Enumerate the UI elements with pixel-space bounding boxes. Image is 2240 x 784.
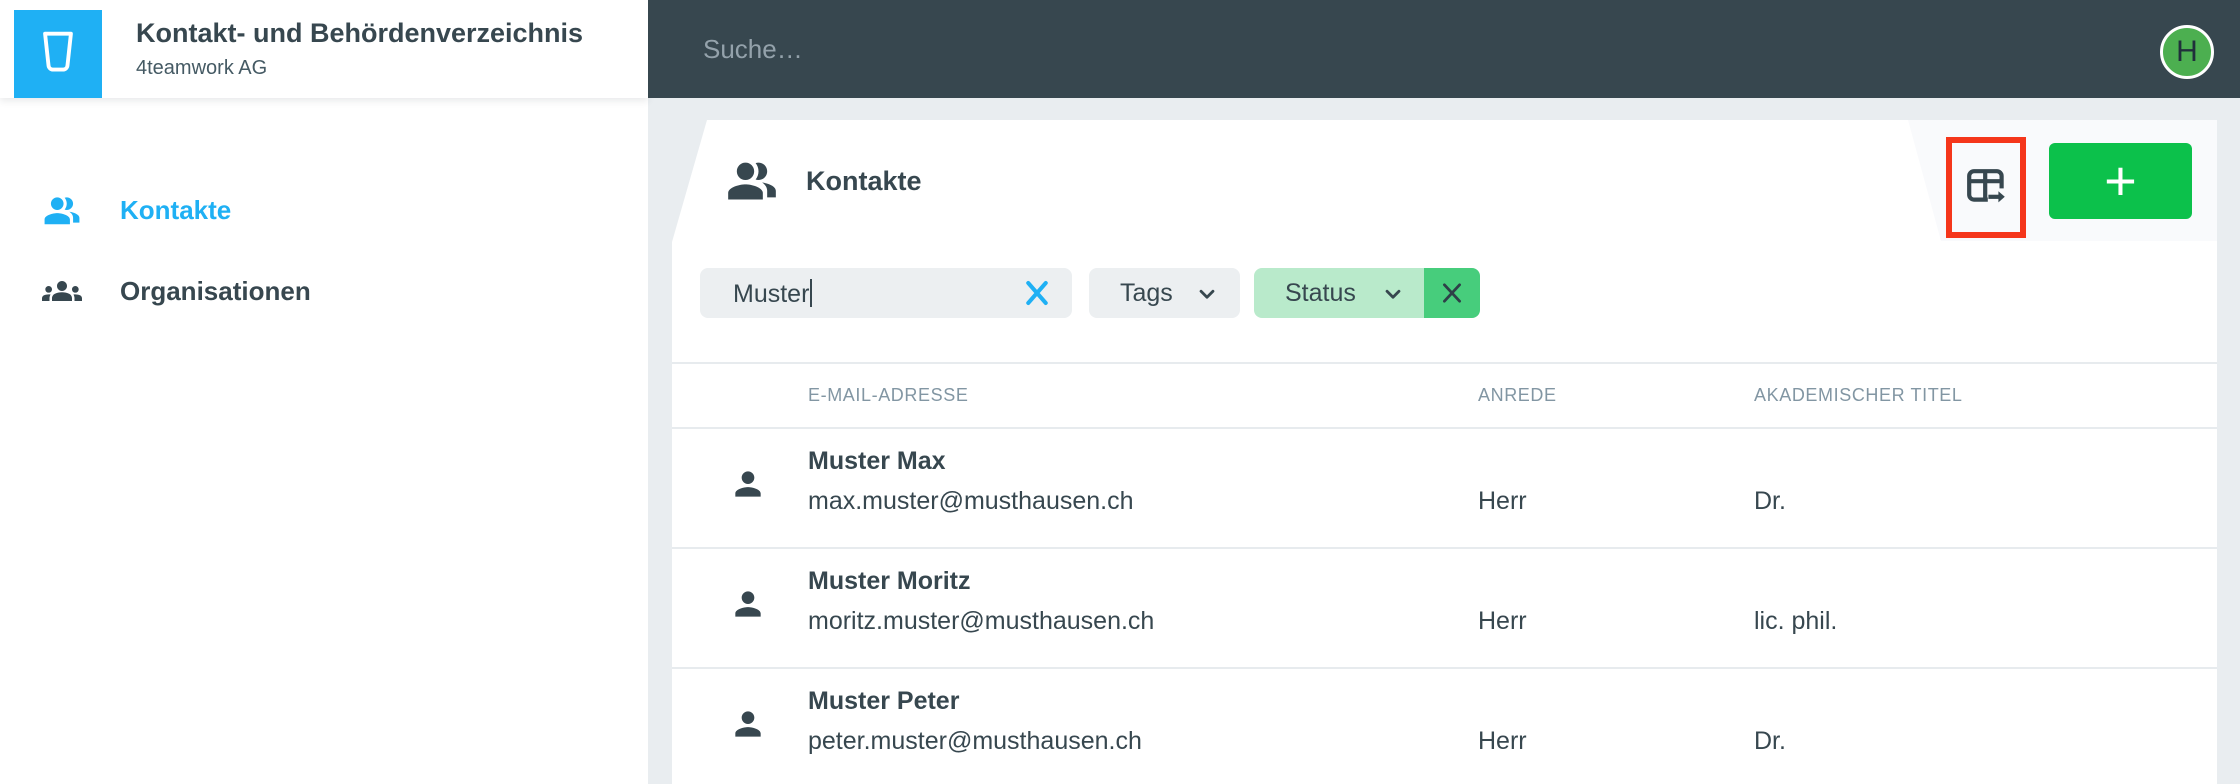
page-title: Kontakte: [806, 166, 922, 197]
column-header-anrede: ANREDE: [1478, 364, 1557, 427]
chevron-down-icon: [1194, 281, 1220, 312]
contacts-card: Kontakte + Muster: [672, 120, 2217, 784]
status-dropdown[interactable]: Status: [1254, 268, 1424, 318]
app-subtitle: 4teamwork AG: [136, 57, 267, 80]
user-avatar[interactable]: H: [2160, 25, 2214, 79]
search-value: Muster: [733, 279, 812, 309]
contact-anrede: Herr: [1478, 607, 1527, 636]
clear-x-icon: [1022, 278, 1052, 308]
plus-icon: +: [2104, 148, 2137, 214]
person-icon: [729, 465, 767, 508]
tags-label: Tags: [1120, 279, 1173, 308]
tags-dropdown[interactable]: Tags: [1089, 268, 1240, 318]
table-row[interactable]: Muster Moritz moritz.muster@musthausen.c…: [672, 547, 2217, 667]
person-icon: [729, 705, 767, 748]
people-icon: [726, 154, 778, 211]
cup-logo-icon: [32, 24, 84, 85]
status-label: Status: [1285, 279, 1356, 308]
table-header-row: E-MAIL-ADRESSE ANREDE AKADEMISCHER TITEL: [672, 364, 2217, 427]
contact-email: max.muster@musthausen.ch: [808, 487, 1134, 516]
sidebar-item-organisationen[interactable]: Organisationen: [0, 260, 648, 322]
person-icon: [729, 585, 767, 628]
people-icon: [42, 190, 82, 230]
contact-titel: Dr.: [1754, 487, 1786, 516]
column-header-email: E-MAIL-ADRESSE: [808, 364, 968, 427]
contact-name: Muster Moritz: [808, 567, 971, 596]
groups-icon: [42, 271, 82, 311]
topbar: H: [648, 0, 2240, 98]
text-caret: [810, 279, 812, 307]
clear-search-button[interactable]: [1022, 278, 1052, 308]
highlight-red-box: [1946, 137, 2026, 238]
table-export-icon: [1962, 162, 2010, 213]
app-title: Kontakt- und Behördenverzeichnis: [136, 18, 583, 49]
global-search-input[interactable]: [703, 0, 2053, 98]
contact-anrede: Herr: [1478, 487, 1527, 516]
table-export-button[interactable]: [1952, 143, 2020, 232]
clear-status-filter-button[interactable]: [1424, 268, 1480, 318]
sidebar: Kontakte Organisationen: [0, 98, 648, 784]
app-logo[interactable]: [14, 10, 102, 98]
contacts-search-input[interactable]: Muster: [700, 268, 1072, 318]
add-contact-button[interactable]: +: [2049, 143, 2192, 219]
column-header-titel: AKADEMISCHER TITEL: [1754, 364, 1963, 427]
contact-name: Muster Max: [808, 447, 946, 476]
contact-titel: Dr.: [1754, 727, 1786, 756]
table-row[interactable]: Muster Max max.muster@musthausen.ch Herr…: [672, 427, 2217, 547]
contact-email: moritz.muster@musthausen.ch: [808, 607, 1154, 636]
sidebar-item-label: Organisationen: [120, 276, 311, 307]
app-brand: Kontakt- und Behördenverzeichnis 4teamwo…: [0, 0, 648, 98]
chevron-down-icon: [1380, 281, 1406, 312]
contact-titel: lic. phil.: [1754, 607, 1837, 636]
app-header: Kontakt- und Behördenverzeichnis 4teamwo…: [0, 0, 2240, 98]
table-body: Muster Max max.muster@musthausen.ch Herr…: [672, 427, 2217, 784]
table-row[interactable]: Muster Peter peter.muster@musthausen.ch …: [672, 667, 2217, 784]
contact-name: Muster Peter: [808, 687, 959, 716]
sidebar-item-label: Kontakte: [120, 195, 231, 226]
close-x-icon: [1438, 279, 1466, 307]
contact-email: peter.muster@musthausen.ch: [808, 727, 1142, 756]
sidebar-item-kontakte[interactable]: Kontakte: [0, 179, 648, 241]
contact-anrede: Herr: [1478, 727, 1527, 756]
filter-bar: Muster Tags Status: [672, 268, 2217, 318]
